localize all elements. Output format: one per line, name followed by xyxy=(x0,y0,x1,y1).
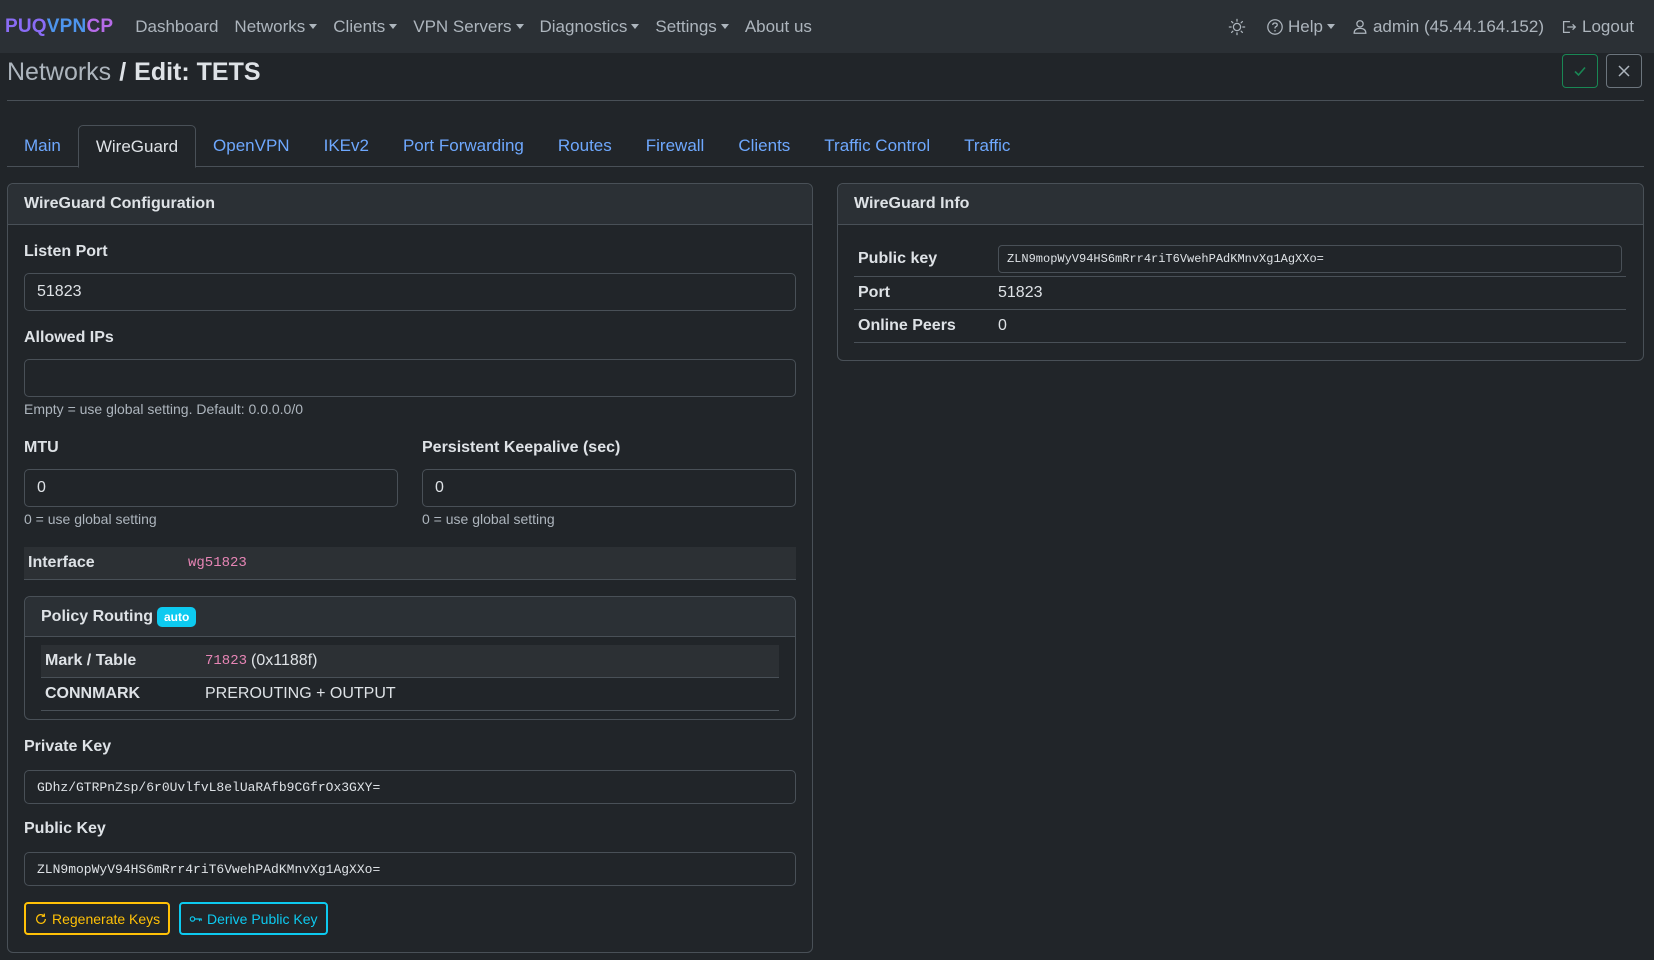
person-icon xyxy=(1353,19,1367,34)
public-key-label: Public Key xyxy=(24,820,106,837)
page-title: Networks / Edit: TETS xyxy=(7,54,261,90)
keepalive-input[interactable]: 0 xyxy=(422,469,796,507)
breadcrumb-separator: / xyxy=(119,57,127,86)
keepalive-help: 0 = use global setting xyxy=(422,511,555,527)
navbar-right: Help admin (45.44.164.152) Logout xyxy=(1220,0,1654,53)
info-port-label: Port xyxy=(858,284,890,301)
info-peers-value: 0 xyxy=(998,317,1007,334)
top-navbar: PUQVPNCP Dashboard Networks Clients VPN … xyxy=(0,0,1654,53)
interface-value: wg51823 xyxy=(188,555,247,571)
caret-down-icon xyxy=(1326,24,1335,29)
key-icon xyxy=(189,915,202,922)
brand-logo[interactable]: PUQVPNCP xyxy=(5,16,113,38)
mark-table-hex: (0x1188f) xyxy=(251,652,318,669)
nav-settings-dropdown[interactable]: Settings xyxy=(655,17,729,37)
caret-down-icon xyxy=(631,24,640,29)
auto-badge: auto xyxy=(157,606,197,627)
derive-public-key-button[interactable]: Derive Public Key xyxy=(179,902,328,935)
wireguard-info-card: WireGuard Info Public key ZLN9mopWyV94HS… xyxy=(837,183,1644,361)
info-port-row: Port 51823 xyxy=(854,277,1626,310)
private-key-input[interactable]: GDhz/GTRPnZsp/6r0UvlfvL8elUaRAfb9CGfrOx3… xyxy=(24,770,796,804)
nav-clients-dropdown[interactable]: Clients xyxy=(333,17,398,37)
nav-help-dropdown[interactable]: Help xyxy=(1266,17,1335,37)
caret-down-icon xyxy=(309,24,318,29)
private-key-label: Private Key xyxy=(24,738,112,755)
nav-vpn-servers-dropdown[interactable]: VPN Servers xyxy=(413,17,524,37)
public-key-input[interactable]: ZLN9mopWyV94HS6mRrr4riT6VwehPAdKMnvXg1Ag… xyxy=(24,852,796,886)
connmark-label: CONNMARK xyxy=(45,685,141,702)
regenerate-keys-button[interactable]: Regenerate Keys xyxy=(24,902,171,935)
info-public-key-row: Public key ZLN9mopWyV94HS6mRrr4riT6VwehP… xyxy=(854,242,1626,277)
tab-wireguard[interactable]: WireGuard xyxy=(77,125,197,168)
logout-icon xyxy=(1562,20,1577,33)
save-button[interactable] xyxy=(1562,54,1598,88)
mtu-label: MTU xyxy=(24,439,59,456)
page-title-text: Edit: TETS xyxy=(134,57,261,86)
info-public-key-value[interactable]: ZLN9mopWyV94HS6mRrr4riT6VwehPAdKMnvXg1Ag… xyxy=(998,245,1622,273)
tab-traffic[interactable]: Traffic xyxy=(947,125,1027,167)
nav-user[interactable]: admin (45.44.164.152) xyxy=(1351,17,1544,37)
listen-port-label: Listen Port xyxy=(24,243,108,260)
mark-table-row: Mark / Table 71823 (0x1188f) xyxy=(41,645,779,678)
check-icon xyxy=(1574,66,1586,77)
policy-routing-header: Policy Routing auto xyxy=(25,597,795,637)
mtu-input[interactable]: 0 xyxy=(24,469,398,507)
keepalive-label: Persistent Keepalive (sec) xyxy=(422,439,621,456)
tab-main[interactable]: Main xyxy=(7,125,78,167)
tab-traffic-control[interactable]: Traffic Control xyxy=(807,125,947,167)
nav-about[interactable]: About us xyxy=(745,17,812,37)
info-port-value: 51823 xyxy=(998,284,1043,301)
mark-table-label: Mark / Table xyxy=(45,652,137,669)
tab-firewall[interactable]: Firewall xyxy=(629,125,722,167)
nav-diagnostics-dropdown[interactable]: Diagnostics xyxy=(540,17,640,37)
interface-label: Interface xyxy=(28,554,95,571)
caret-down-icon xyxy=(389,24,398,29)
mtu-help: 0 = use global setting xyxy=(24,511,157,527)
allowed-ips-label: Allowed IPs xyxy=(24,329,114,346)
wireguard-config-card: WireGuard Configuration Listen Port 5182… xyxy=(7,183,813,953)
cancel-button[interactable] xyxy=(1606,54,1642,88)
header-divider xyxy=(7,100,1644,101)
refresh-icon xyxy=(36,913,46,924)
nav-networks-dropdown[interactable]: Networks xyxy=(234,17,318,37)
sun-icon xyxy=(1228,18,1246,35)
caret-down-icon xyxy=(515,24,524,29)
info-peers-row: Online Peers 0 xyxy=(854,310,1626,343)
info-public-key-label: Public key xyxy=(858,250,938,267)
close-icon xyxy=(1618,65,1630,77)
tab-openvpn[interactable]: OpenVPN xyxy=(196,125,307,167)
tab-routes[interactable]: Routes xyxy=(541,125,629,167)
header-actions xyxy=(1562,54,1642,88)
info-peers-label: Online Peers xyxy=(858,317,956,334)
tab-ikev2[interactable]: IKEv2 xyxy=(307,125,386,167)
policy-routing-card: Policy Routing auto Mark / Table 71823 (… xyxy=(24,596,796,720)
interface-row: Interface wg51823 xyxy=(24,547,796,580)
card-title: WireGuard Info xyxy=(838,184,1643,225)
theme-toggle[interactable] xyxy=(1228,18,1250,36)
tab-port-forwarding[interactable]: Port Forwarding xyxy=(386,125,541,167)
allowed-ips-input[interactable] xyxy=(24,359,796,397)
tab-clients[interactable]: Clients xyxy=(721,125,807,167)
allowed-ips-help: Empty = use global setting. Default: 0.0… xyxy=(24,401,304,417)
caret-down-icon xyxy=(720,24,729,29)
nav-dashboard[interactable]: Dashboard xyxy=(135,17,218,37)
connmark-value: PREROUTING + OUTPUT xyxy=(205,685,396,702)
question-circle-icon xyxy=(1267,18,1283,35)
card-title: WireGuard Configuration xyxy=(8,184,812,225)
breadcrumb-networks[interactable]: Networks xyxy=(7,58,111,87)
listen-port-input[interactable]: 51823 xyxy=(24,273,796,311)
tab-bar: Main WireGuard OpenVPN IKEv2 Port Forwar… xyxy=(7,125,1644,168)
mark-table-code: 71823 xyxy=(205,653,248,669)
connmark-row: CONNMARK PREROUTING + OUTPUT xyxy=(41,678,779,711)
policy-routing-title: Policy Routing xyxy=(41,607,153,625)
nav-logout[interactable]: Logout xyxy=(1560,17,1634,37)
